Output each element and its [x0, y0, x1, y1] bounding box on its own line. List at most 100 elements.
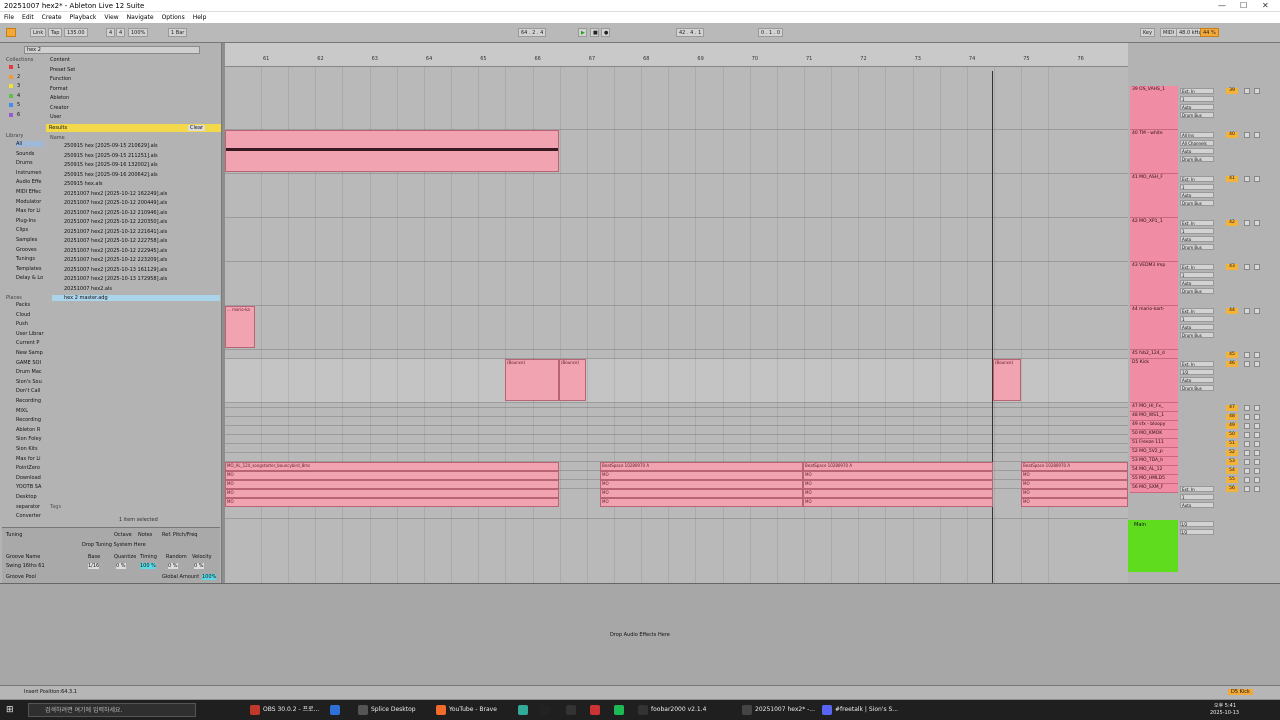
- solo-button[interactable]: [1244, 477, 1250, 483]
- input-type-select[interactable]: Ext. In: [1180, 361, 1214, 367]
- solo-button[interactable]: [1244, 459, 1250, 465]
- input-channel-select[interactable]: 1: [1180, 96, 1214, 102]
- arm-button[interactable]: [1254, 220, 1260, 226]
- taskbar-app[interactable]: [518, 704, 531, 716]
- file-item[interactable]: 250915 hex [2025-09-15 210629].als: [52, 143, 220, 149]
- solo-button[interactable]: [1244, 468, 1250, 474]
- input-channel-select[interactable]: 1: [1180, 316, 1214, 322]
- track-number[interactable]: 40: [1226, 132, 1238, 138]
- audio-clip[interactable]: ... mario-ka: [225, 306, 255, 348]
- library-item[interactable]: Sounds: [16, 151, 44, 157]
- track-number[interactable]: 55: [1226, 477, 1238, 483]
- menu-file[interactable]: File: [0, 12, 18, 23]
- zoom-field[interactable]: 100%: [128, 28, 149, 37]
- library-item[interactable]: All: [16, 141, 44, 147]
- global-amount-value[interactable]: 100%: [202, 574, 217, 580]
- arm-button[interactable]: [1254, 423, 1260, 429]
- track-number[interactable]: 45: [1226, 352, 1238, 358]
- drop-effects-zone[interactable]: Drop Audio Effects Here: [610, 632, 670, 638]
- library-item[interactable]: Plug-Ins: [16, 218, 44, 224]
- arrangement-view[interactable]: 61 62 63 64 65 66 67 68 69 70 71 72 73 74 75 76 ... mar…: [225, 43, 1128, 583]
- output-select[interactable]: Drum Bus: [1180, 288, 1214, 294]
- audio-clip[interactable]: (Bounce): [993, 359, 1021, 401]
- output-select[interactable]: Drum Bus: [1180, 112, 1214, 118]
- audio-clip[interactable]: MO: [225, 480, 559, 489]
- output-select[interactable]: Drum Bus: [1180, 200, 1214, 206]
- file-item[interactable]: 20251007 hex2 [2025-10-12 222758].als: [52, 238, 220, 244]
- places-item[interactable]: Drum Mac: [16, 369, 44, 375]
- audio-clip[interactable]: MO_AL_124_songstarter_bouncybird_8ms: [225, 462, 559, 471]
- monitor-toggle[interactable]: Auto: [1180, 192, 1214, 198]
- track-header[interactable]: 50 MO_KMOK: [1130, 430, 1178, 439]
- filter-item[interactable]: Ableton: [50, 95, 69, 101]
- track-header[interactable]: 53 MO_TDA_h: [1130, 457, 1178, 466]
- audio-clip[interactable]: MO: [225, 489, 559, 498]
- solo-button[interactable]: [1244, 132, 1250, 138]
- file-item[interactable]: 20251007 hex2.als: [52, 286, 220, 292]
- monitor-toggle[interactable]: Auto: [1180, 148, 1214, 154]
- places-item[interactable]: Sion Kits: [16, 446, 44, 452]
- places-item[interactable]: Don't Call: [16, 388, 44, 394]
- places-item[interactable]: Recording: [16, 417, 44, 423]
- taskbar-app[interactable]: OBS 30.0.2 - 프로...: [250, 704, 319, 716]
- close-button[interactable]: ✕: [1262, 1, 1269, 10]
- track-header[interactable]: 49 sfx - bloopy: [1130, 421, 1178, 430]
- filter-item[interactable]: Creator: [50, 105, 69, 111]
- solo-button[interactable]: [1244, 264, 1250, 270]
- audio-clip[interactable]: MO: [600, 489, 803, 498]
- file-item[interactable]: 20251007 hex2 [2025-10-12 200449].als: [52, 200, 220, 206]
- library-item[interactable]: Instrumen: [16, 170, 44, 176]
- arm-button[interactable]: [1254, 405, 1260, 411]
- tap-button[interactable]: Tap: [48, 28, 63, 37]
- track-header[interactable]: 54 MO_AL_12: [1130, 466, 1178, 475]
- track-header[interactable]: 43 VEDM3 Imp: [1130, 262, 1178, 306]
- maximize-button[interactable]: ☐: [1240, 1, 1247, 10]
- places-item[interactable]: Ableton R: [16, 427, 44, 433]
- taskbar-app[interactable]: [614, 704, 627, 716]
- solo-button[interactable]: [1244, 220, 1250, 226]
- track-header[interactable]: 48 MO_WS1_1: [1130, 412, 1178, 421]
- file-item[interactable]: 20251007 hex2 [2025-10-13 172958].als: [52, 276, 220, 282]
- collection-item[interactable]: 3: [17, 83, 20, 89]
- arm-button[interactable]: [1254, 308, 1260, 314]
- places-item[interactable]: Current P: [16, 340, 44, 346]
- solo-button[interactable]: [1244, 450, 1250, 456]
- record-icon[interactable]: ●: [601, 28, 610, 37]
- arm-button[interactable]: [1254, 352, 1260, 358]
- track-number[interactable]: 43: [1226, 264, 1238, 270]
- places-item[interactable]: Download: [16, 475, 44, 481]
- groove-timing-value[interactable]: 100 %: [140, 563, 156, 569]
- solo-button[interactable]: [1244, 308, 1250, 314]
- arm-button[interactable]: [1254, 176, 1260, 182]
- track-number[interactable]: 39: [1226, 88, 1238, 94]
- filter-item[interactable]: Content: [50, 57, 70, 63]
- taskbar-app[interactable]: YouTube - Brave: [436, 704, 497, 716]
- beat-time-ruler[interactable]: 61 62 63 64 65 66 67 68 69 70 71 72 73 74 75 76: [225, 43, 1128, 67]
- track-number[interactable]: 52: [1226, 450, 1238, 456]
- solo-button[interactable]: [1244, 432, 1250, 438]
- midi-clip[interactable]: [225, 130, 559, 172]
- places-item[interactable]: User Librar: [16, 331, 44, 337]
- places-item[interactable]: Cloud: [16, 312, 44, 318]
- input-channel-select[interactable]: 1/2: [1180, 369, 1214, 375]
- track-number[interactable]: 54: [1226, 468, 1238, 474]
- track-header[interactable]: 41 MO_ASH_F: [1130, 174, 1178, 218]
- sig-denominator[interactable]: 4: [116, 28, 126, 37]
- arm-button[interactable]: [1254, 361, 1260, 367]
- library-item[interactable]: Drums: [16, 160, 44, 166]
- audio-clip[interactable]: MO: [225, 498, 559, 507]
- filter-item[interactable]: Format: [50, 86, 68, 92]
- detail-view[interactable]: Drop Audio Effects Here: [0, 583, 1280, 685]
- taskbar-app[interactable]: [566, 704, 579, 716]
- arm-button[interactable]: [1254, 477, 1260, 483]
- monitor-toggle[interactable]: Auto: [1180, 324, 1214, 330]
- solo-button[interactable]: [1244, 405, 1250, 411]
- clear-button[interactable]: Clear: [188, 125, 206, 131]
- library-item[interactable]: MIDI Effec: [16, 189, 44, 195]
- track-number[interactable]: 51: [1226, 441, 1238, 447]
- output-select[interactable]: Drum Bus: [1180, 385, 1214, 391]
- places-item[interactable]: YOOTB SA: [16, 484, 44, 490]
- library-item[interactable]: Clips: [16, 227, 44, 233]
- places-item[interactable]: Desktop: [16, 494, 44, 500]
- library-item[interactable]: Grooves: [16, 247, 44, 253]
